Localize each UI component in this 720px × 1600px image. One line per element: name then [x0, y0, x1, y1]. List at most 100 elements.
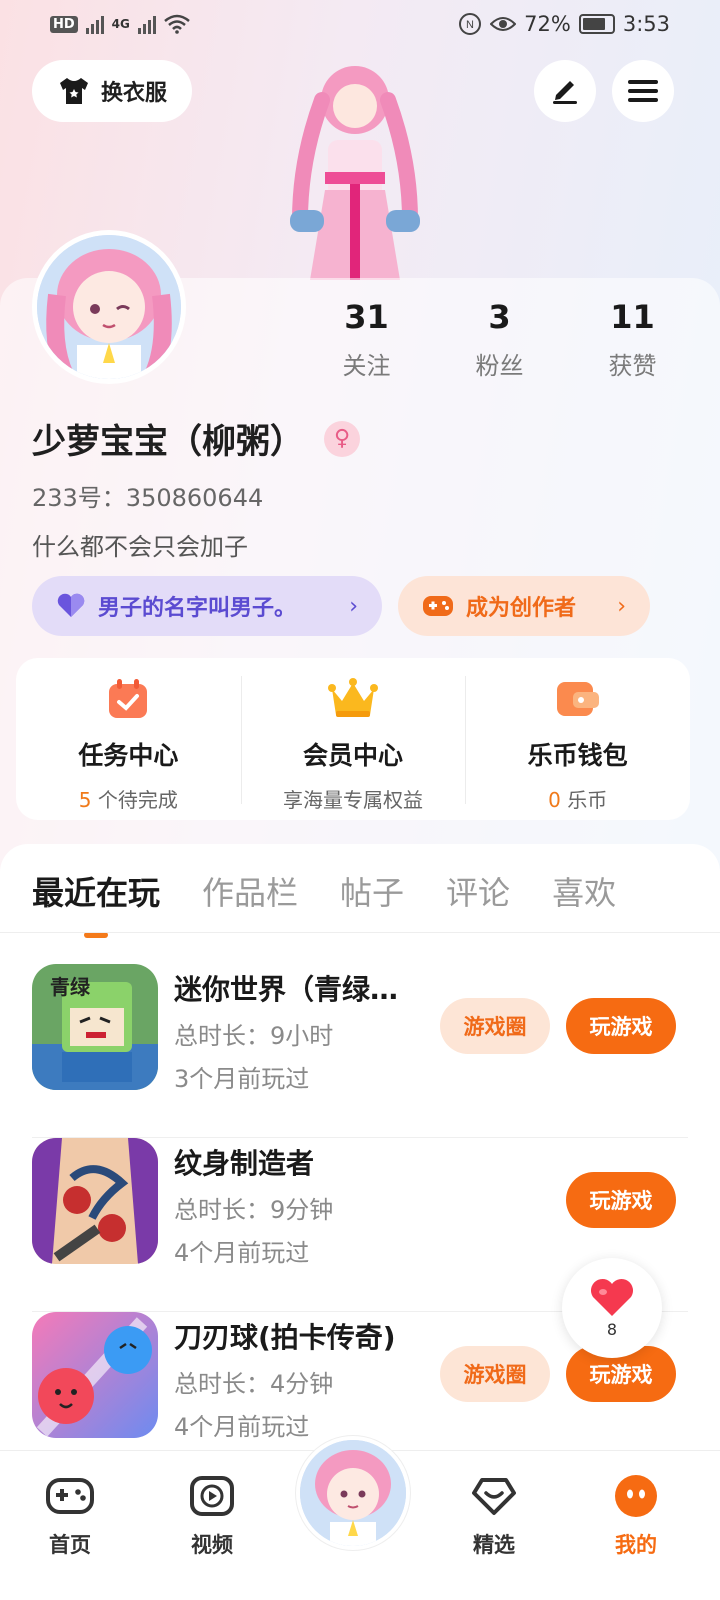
task-center-title: 任务中心 [78, 741, 179, 770]
game-playtime: 总时长：4分钟 [174, 1370, 334, 1398]
avatar-character-illustration[interactable] [270, 60, 440, 280]
female-gender-icon: ♀ [324, 420, 360, 457]
nav-mine[interactable]: 我的 [586, 1471, 686, 1559]
eye-comfort-icon [490, 17, 517, 31]
stat-followers[interactable]: 3 粉丝 [433, 298, 566, 381]
nav-home[interactable]: 首页 [20, 1471, 120, 1559]
member-center-subtitle: 享海量专属权益 [283, 788, 423, 812]
signal-icon [85, 14, 104, 34]
tabs-divider [0, 932, 720, 933]
stat-value: 31 [344, 298, 389, 336]
game-last-played: 4个月前玩过 [174, 1239, 310, 1267]
nav-label: 首页 [49, 1533, 91, 1557]
profile-avatar[interactable] [32, 230, 186, 384]
pencil-icon [553, 81, 577, 104]
game-name: 纹身制造者 [174, 1147, 315, 1180]
battery-icon [578, 14, 615, 34]
pending-task-suffix: 个待完成 [91, 788, 178, 812]
calendar-check-icon [103, 674, 153, 724]
nav-label: 我的 [615, 1533, 657, 1557]
menu-button[interactable] [612, 60, 674, 122]
coin-wallet[interactable]: 乐币钱包 0 乐币 [465, 658, 690, 820]
wallet-icon [553, 674, 603, 724]
game-playtime: 总时长：9小时 [174, 1022, 334, 1050]
status-bar: HD 4G N 72% 3:53 [0, 0, 720, 48]
profile-title-pill[interactable]: 男子的名字叫男子。 › [32, 576, 382, 636]
pending-task-count: 5 [78, 788, 92, 812]
coin-unit: 乐币 [560, 788, 608, 812]
game-name: 刀刃球(拍卡传奇) [174, 1321, 396, 1354]
tab-likes[interactable]: 喜欢 [552, 868, 616, 914]
tab-posts[interactable]: 帖子 [340, 868, 404, 914]
heart-icon [57, 593, 85, 617]
nav-featured[interactable]: 精选 [444, 1471, 544, 1559]
change-outfit-label: 换衣服 [100, 81, 167, 106]
game-last-played: 3个月前玩过 [174, 1065, 310, 1093]
content-tabs: 最近在玩 作品栏 帖子 评论 喜欢 [32, 868, 616, 914]
edit-profile-button[interactable] [534, 60, 596, 122]
data-saver-icon: N [459, 13, 482, 35]
battery-percent: 72% [524, 12, 571, 36]
member-center-title: 会员中心 [303, 741, 404, 770]
gamepad-icon [45, 1471, 95, 1521]
signal-icon [137, 14, 156, 34]
profile-uid: 233号：350860644 [32, 484, 264, 512]
game-last-played: 4个月前玩过 [174, 1413, 310, 1441]
nav-label: 视频 [191, 1533, 233, 1557]
svg-text:N: N [466, 19, 474, 31]
tab-recently-played[interactable]: 最近在玩 [32, 868, 160, 914]
wifi-icon [164, 14, 190, 34]
game-row[interactable]: 青绿 迷你世界（青绿… 总时长：9小时 3个月前玩过 游戏圈 玩游戏 [32, 964, 688, 1138]
chevron-right-icon: › [349, 593, 358, 619]
game-icon-mini-world: 青绿 [32, 964, 158, 1090]
tab-works[interactable]: 作品栏 [202, 868, 298, 914]
network-type: 4G [111, 17, 130, 31]
nav-label: 精选 [473, 1533, 515, 1557]
like-count: 8 [606, 1319, 618, 1339]
game-circle-button[interactable]: 游戏圈 [440, 998, 550, 1054]
stat-likes[interactable]: 11 获赞 [566, 298, 699, 381]
stat-value: 3 [488, 298, 511, 336]
nav-video[interactable]: 视频 [162, 1471, 262, 1559]
profile-bio: 什么都不会只会加子 [32, 533, 248, 561]
profile-title-label: 男子的名字叫男子。 [98, 596, 297, 621]
clock: 3:53 [622, 12, 670, 36]
profile-nickname-row: 少萝宝宝（柳粥） ♀ [32, 414, 360, 463]
stat-value: 11 [610, 298, 655, 336]
game-name: 迷你世界（青绿… [174, 973, 399, 1006]
heart-icon [590, 1278, 634, 1316]
hamburger-menu-icon [628, 80, 658, 102]
tab-comments[interactable]: 评论 [446, 868, 510, 914]
game-icon-blade-ball [32, 1312, 158, 1438]
become-creator-label: 成为创作者 [466, 596, 577, 621]
services-card: 任务中心 5 个待完成 会员中心 享海量专属权益 乐币钱包 0 乐币 [16, 658, 690, 820]
svg-text:青绿: 青绿 [50, 975, 91, 999]
chevron-right-icon: › [617, 593, 626, 619]
game-playtime: 总时长：9分钟 [174, 1196, 334, 1224]
gamepad-icon [423, 596, 453, 616]
shirt-icon [59, 78, 88, 104]
stat-label: 获赞 [608, 352, 657, 380]
smiley-face-icon [611, 1471, 661, 1521]
video-play-icon [187, 1471, 237, 1521]
member-center[interactable]: 会员中心 享海量专属权益 [240, 658, 466, 820]
avatar-image [37, 235, 181, 379]
play-game-button[interactable]: 玩游戏 [566, 1172, 676, 1228]
task-center[interactable]: 任务中心 5 个待完成 [16, 658, 241, 820]
game-icon-tattoo-maker [32, 1138, 158, 1264]
profile-nickname: 少萝宝宝（柳粥） [32, 422, 304, 462]
crown-icon [328, 674, 378, 724]
play-game-button[interactable]: 玩游戏 [566, 998, 676, 1054]
become-creator-button[interactable]: 成为创作者 › [398, 576, 650, 636]
coin-wallet-title: 乐币钱包 [527, 741, 628, 770]
task-center-subtitle: 5 个待完成 [16, 784, 241, 813]
change-outfit-button[interactable]: 换衣服 [32, 60, 192, 122]
stat-following[interactable]: 31 关注 [300, 298, 433, 381]
stat-label: 粉丝 [475, 352, 524, 380]
game-circle-button[interactable]: 游戏圈 [440, 1346, 550, 1402]
nav-center-avatar[interactable] [296, 1436, 410, 1550]
hd-indicator: HD [50, 15, 78, 33]
coin-wallet-subtitle: 0 乐币 [465, 784, 690, 813]
profile-stats: 31 关注 3 粉丝 11 获赞 [300, 298, 700, 381]
floating-like-button[interactable]: 8 [562, 1258, 662, 1358]
